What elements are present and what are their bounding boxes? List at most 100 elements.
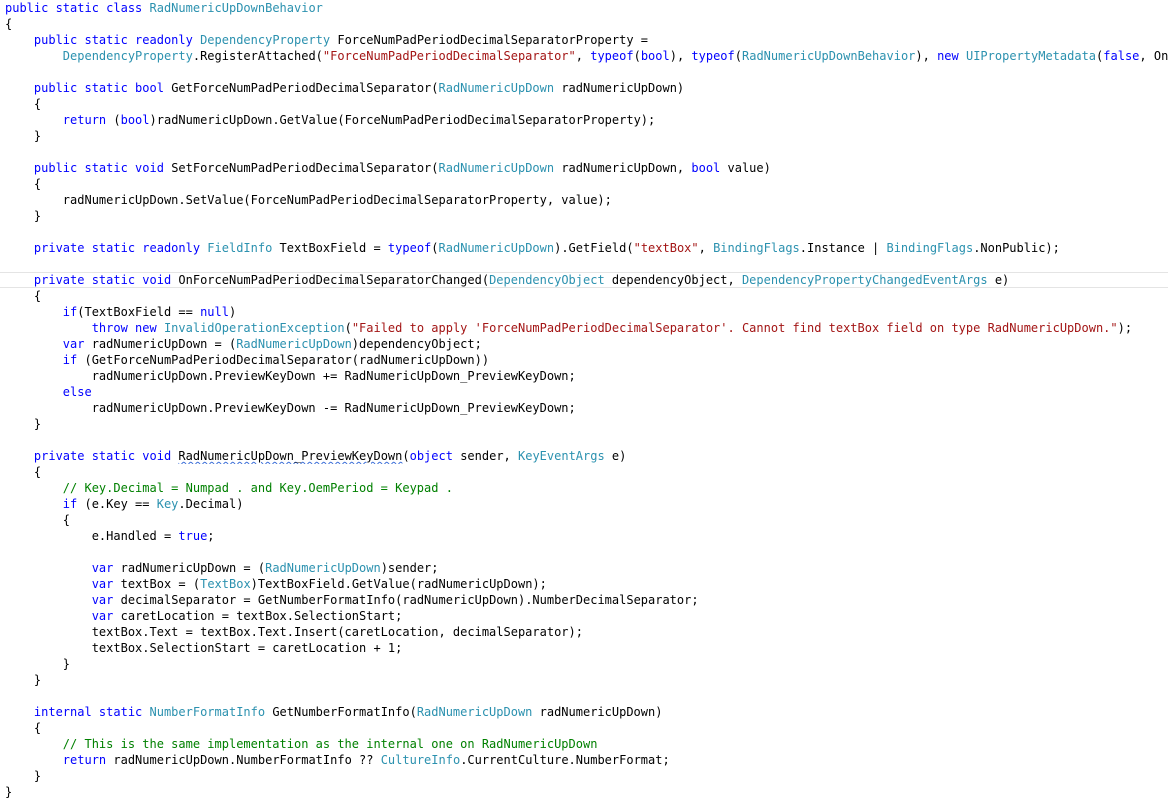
text-token: radNumericUpDown) (554, 81, 685, 95)
text-token: .NonPublic); (973, 241, 1060, 255)
type-token: NumberFormatInfo (149, 705, 266, 719)
code-line[interactable]: { (5, 176, 1168, 192)
text-token: sender, (452, 449, 518, 463)
code-line[interactable]: radNumericUpDown.PreviewKeyDown += RadNu… (5, 368, 1168, 384)
code-line[interactable]: return (bool)radNumericUpDown.GetValue(F… (5, 112, 1168, 128)
text-token: { (5, 17, 13, 31)
code-line[interactable]: private static void RadNumericUpDown_Pre… (5, 448, 1168, 464)
code-line[interactable]: throw new InvalidOperationException("Fai… (5, 320, 1168, 336)
text-token: .CurrentCulture.NumberFormat; (460, 753, 670, 767)
code-line[interactable]: else (5, 384, 1168, 400)
keyword-token: public static void (33, 161, 172, 175)
code-line[interactable] (5, 432, 1168, 448)
code-line[interactable]: var radNumericUpDown = (RadNumericUpDown… (5, 560, 1168, 576)
keyword-token: var (91, 561, 114, 575)
code-line[interactable]: // Key.Decimal = Numpad . and Key.OemPer… (5, 480, 1168, 496)
code-line[interactable]: } (5, 768, 1168, 784)
text-token: ( (113, 113, 121, 127)
type-token: DependencyPropertyChangedEventArgs (741, 273, 988, 287)
keyword-token: typeof (590, 49, 634, 63)
text-token: radNumericUpDown.SetValue(ForceNumPadPer… (5, 193, 612, 207)
code-line[interactable]: { (5, 720, 1168, 736)
text-token: ( (402, 449, 410, 463)
code-line[interactable]: { (5, 512, 1168, 528)
text-token: textBox = ( (113, 577, 201, 591)
code-line[interactable]: var radNumericUpDown = (RadNumericUpDown… (5, 336, 1168, 352)
code-line[interactable]: } (5, 672, 1168, 688)
code-line[interactable]: // This is the same implementation as th… (5, 736, 1168, 752)
text-token: radNumericUpDown = ( (84, 337, 237, 351)
code-line[interactable]: } (5, 784, 1168, 800)
code-line[interactable]: public static class RadNumericUpDownBeha… (5, 0, 1168, 16)
code-line[interactable]: { (5, 96, 1168, 112)
code-line[interactable]: public static readonly DependencyPropert… (5, 32, 1168, 48)
keyword-token: private static readonly (33, 241, 208, 255)
code-line[interactable]: textBox.Text = textBox.Text.Insert(caret… (5, 624, 1168, 640)
text-token: )radNumericUpDown.GetValue(ForceNumPadPe… (149, 113, 656, 127)
code-line[interactable]: public static void SetForceNumPadPeriodD… (5, 160, 1168, 176)
keyword-token: public static bool (33, 81, 172, 95)
keyword-token: else (62, 385, 92, 399)
keyword-token: public static readonly (33, 33, 201, 47)
keyword-token: public static class (5, 1, 150, 15)
type-token: CultureInfo (380, 753, 461, 767)
text-token: ( (734, 49, 742, 63)
text-token: ); (1117, 321, 1133, 335)
code-line[interactable]: } (5, 416, 1168, 432)
code-line[interactable]: public static bool GetForceNumPadPeriodD… (5, 80, 1168, 96)
code-line[interactable]: var caretLocation = textBox.SelectionSta… (5, 608, 1168, 624)
keyword-token: if (62, 497, 78, 511)
code-line[interactable]: if (GetForceNumPadPeriodDecimalSeparator… (5, 352, 1168, 368)
text-token: , OnForceN (1139, 49, 1168, 63)
code-line[interactable] (5, 144, 1168, 160)
code-line[interactable]: e.Handled = true; (5, 528, 1168, 544)
code-line[interactable]: } (5, 656, 1168, 672)
code-line[interactable]: internal static NumberFormatInfo GetNumb… (5, 704, 1168, 720)
type-token: DependencyProperty (200, 33, 331, 47)
type-token: UIPropertyMetadata (965, 49, 1097, 63)
code-line[interactable]: { (5, 288, 1168, 304)
type-token: RadNumericUpDown (416, 705, 533, 719)
text-token: radNumericUpDown, (554, 161, 692, 175)
text-token: radNumericUpDown = ( (113, 561, 266, 575)
code-editor[interactable]: public static class RadNumericUpDownBeha… (0, 0, 1168, 800)
text-token: radNumericUpDown.PreviewKeyDown -= RadNu… (5, 401, 576, 415)
code-line[interactable]: var decimalSeparator = GetNumberFormatIn… (5, 592, 1168, 608)
code-line[interactable]: textBox.SelectionStart = caretLocation +… (5, 640, 1168, 656)
type-token: TextBox (200, 577, 251, 591)
text-token: )dependencyObject; (351, 337, 482, 351)
text-token: (TextBoxField == (77, 305, 201, 319)
squiggle-token: RadNumericUpDown_PreviewKeyDown (178, 449, 403, 463)
text-token: textBox.Text = textBox.Text.Insert(caret… (5, 625, 583, 639)
text-token: (e.Key == (77, 497, 157, 511)
code-line[interactable]: if (e.Key == Key.Decimal) (5, 496, 1168, 512)
code-line[interactable] (5, 544, 1168, 560)
code-line-current[interactable]: private static void OnForceNumPadPeriodD… (0, 272, 1168, 288)
code-line[interactable]: return radNumericUpDown.NumberFormatInfo… (5, 752, 1168, 768)
code-line[interactable]: private static readonly FieldInfo TextBo… (5, 240, 1168, 256)
text-token: { (5, 97, 42, 111)
code-line[interactable] (5, 688, 1168, 704)
text-token: .Instance | (799, 241, 887, 255)
type-token: RadNumericUpDownBehavior (149, 1, 323, 15)
text-token: ForceNumPadPeriodDecimalSeparatorPropert… (330, 33, 649, 47)
code-line[interactable] (5, 224, 1168, 240)
string-token: "textBox" (633, 241, 699, 255)
code-line[interactable] (5, 256, 1168, 272)
code-line[interactable]: } (5, 208, 1168, 224)
code-line[interactable]: DependencyProperty.RegisterAttached("For… (5, 48, 1168, 64)
code-line[interactable]: { (5, 464, 1168, 480)
code-line[interactable] (5, 64, 1168, 80)
code-line[interactable]: { (5, 16, 1168, 32)
code-line[interactable]: var textBox = (TextBox)TextBoxField.GetV… (5, 576, 1168, 592)
code-line[interactable]: radNumericUpDown.PreviewKeyDown -= RadNu… (5, 400, 1168, 416)
code-line[interactable]: if(TextBoxField == null) (5, 304, 1168, 320)
code-line[interactable]: radNumericUpDown.SetValue(ForceNumPadPer… (5, 192, 1168, 208)
code-line[interactable]: } (5, 128, 1168, 144)
